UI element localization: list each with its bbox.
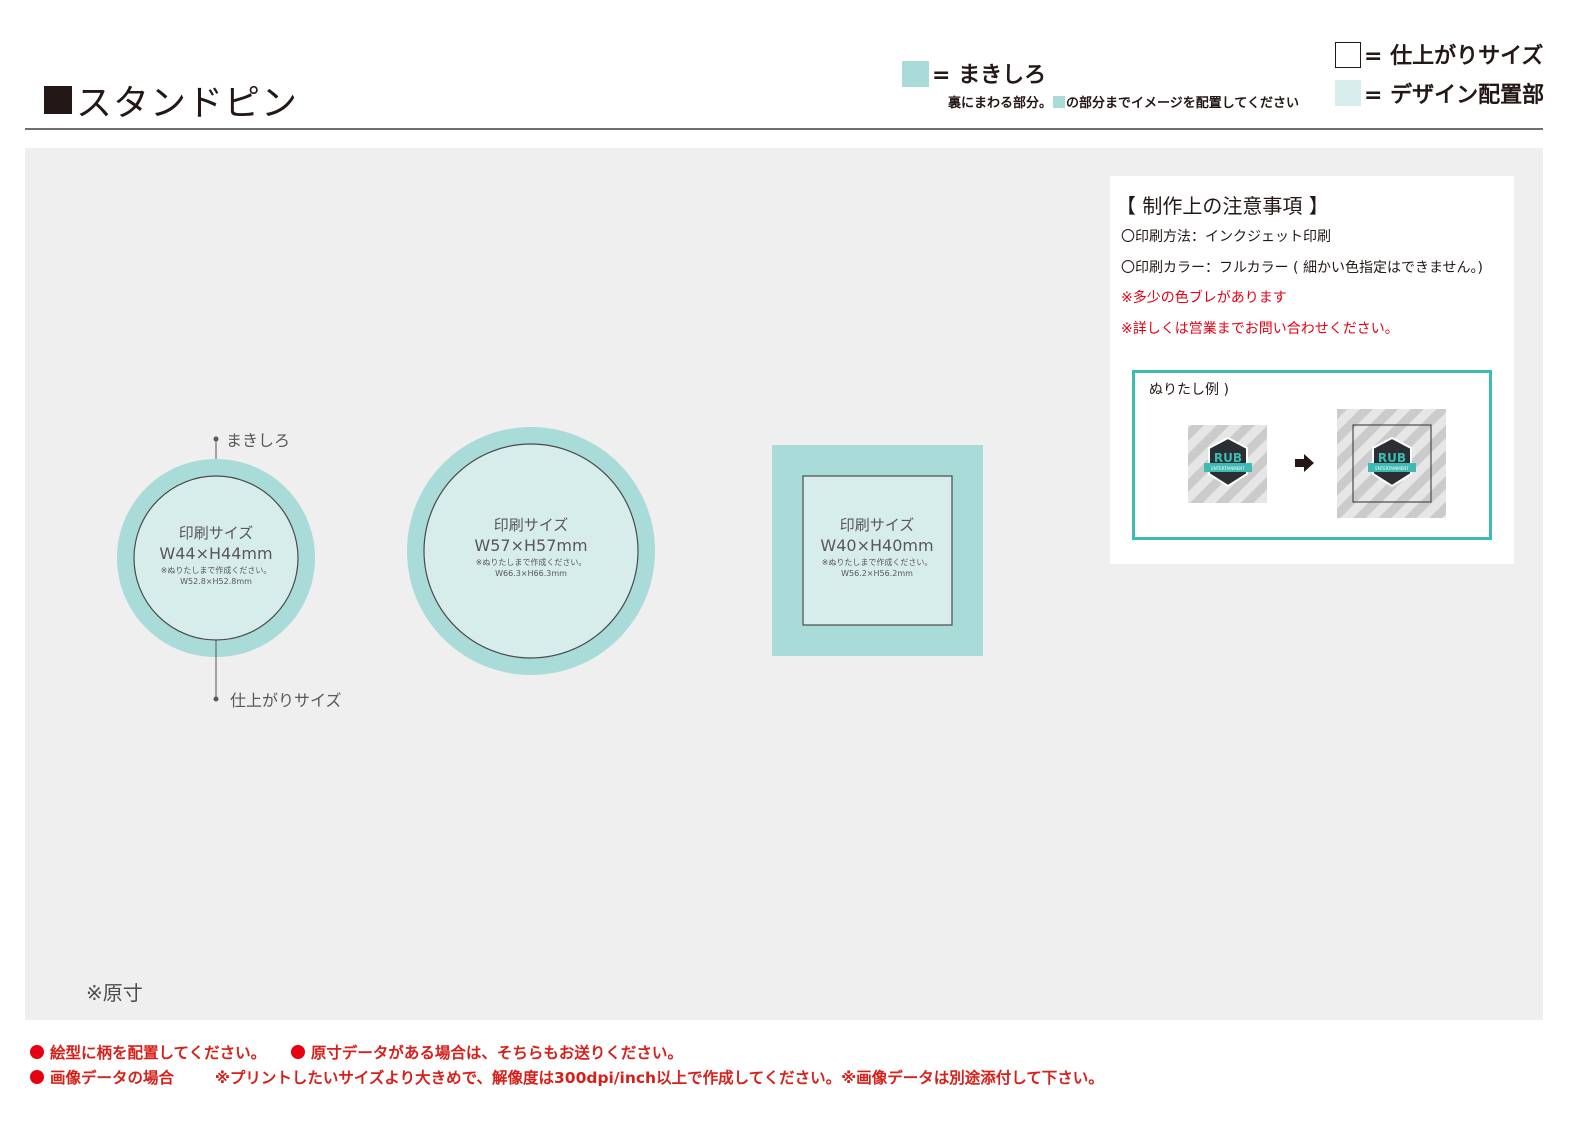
footer-image-data-label: 画像データの場合: [50, 1069, 175, 1087]
example-before: RUB ENTERTAINMENT: [1188, 425, 1267, 503]
footer-image-data-instruction: ※プリントしたいサイズより大きめで、解像度は300dpi/inch以上で作成して…: [214, 1069, 1104, 1087]
actual-size-note: ※原寸: [86, 981, 143, 1005]
bleed-example-illustration: RUB ENTERTAINMENT RUB ENTERTAINMENT: [1188, 409, 1446, 518]
logo-text-after: RUB: [1378, 451, 1406, 465]
logo-text-before: RUB: [1214, 451, 1242, 465]
footer-line-2: 画像データの場合 ※プリントしたいサイズより大きめで、解像度は300dpi/in…: [30, 1066, 1104, 1088]
arrow-right-icon: [1295, 454, 1314, 472]
footer-line-1: 絵型に柄を配置してください。 原寸データがある場合は、そちらもお送りください。: [30, 1041, 683, 1063]
bullet-icon: [290, 1045, 305, 1059]
bullet-icon: [30, 1045, 44, 1059]
logo-band-text-after: ENTERTAINMENT: [1375, 466, 1409, 471]
example-after: RUB ENTERTAINMENT: [1337, 409, 1446, 518]
bullet-icon: [30, 1070, 44, 1084]
footer-instruction-original: 原寸データがある場合は、そちらもお送りください。: [310, 1044, 683, 1062]
logo-band-text-before: ENTERTAINMENT: [1211, 466, 1245, 471]
footer-instruction-place: 絵型に柄を配置してください。: [50, 1044, 267, 1062]
